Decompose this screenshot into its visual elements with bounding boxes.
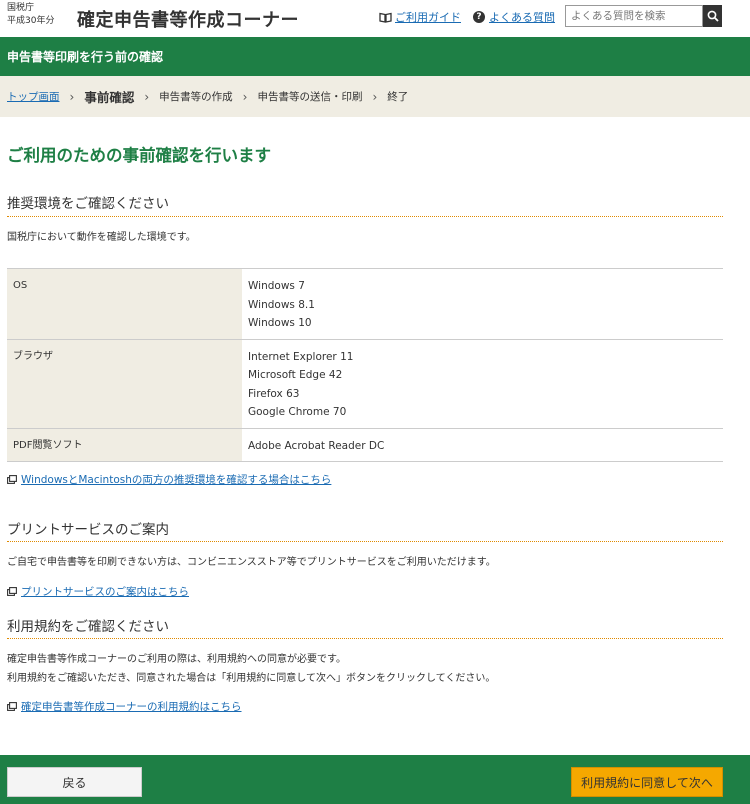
footer-bar: 戻る 利用規約に同意して次へ bbox=[0, 755, 750, 804]
breadcrumb-current: 事前確認 bbox=[84, 90, 135, 105]
env-value-line: Windows 8.1 bbox=[248, 298, 315, 311]
new-window-icon bbox=[7, 587, 17, 596]
env-value-line: Adobe Acrobat Reader DC bbox=[248, 439, 385, 452]
env-value-line: Google Chrome 70 bbox=[248, 406, 347, 418]
guide-link[interactable]: ご利用ガイド bbox=[395, 9, 461, 25]
agree-next-button[interactable]: 利用規約に同意して次へ bbox=[571, 767, 723, 797]
breadcrumb-step-create: 申告書等の作成 bbox=[159, 91, 233, 103]
env-value-pdf: Adobe Acrobat Reader DC bbox=[242, 427, 723, 462]
site-header: 国税庁 平成30年分 確定申告書等作成コーナー ご利用ガイド ? よくある質問 bbox=[0, 0, 750, 37]
print-divider bbox=[7, 541, 723, 542]
new-window-icon bbox=[7, 475, 17, 484]
page-banner-text: 申告書等印刷を行う前の確認 bbox=[7, 50, 164, 64]
print-link-row: プリントサービスのご案内はこちら bbox=[7, 584, 189, 599]
env-link-row: WindowsとMacintoshの両方の推奨環境を確認する場合はこちら bbox=[7, 472, 331, 487]
env-description: 国税庁において動作を確認した環境です。 bbox=[7, 232, 196, 243]
env-key-browser: ブラウザ bbox=[7, 338, 242, 429]
page-title: ご利用のための事前確認を行います bbox=[7, 146, 271, 165]
breadcrumb-top-link[interactable]: トップ画面 bbox=[7, 89, 60, 104]
book-icon bbox=[379, 12, 392, 23]
env-value-browser: Internet Explorer 11 Microsoft Edge 42 F… bbox=[242, 338, 723, 429]
table-row: ブラウザ Internet Explorer 11 Microsoft Edge… bbox=[7, 338, 723, 429]
table-row: OS Windows 7 Windows 8.1 Windows 10 bbox=[7, 268, 723, 340]
terms-divider bbox=[7, 638, 723, 639]
org-name: 国税庁 bbox=[7, 3, 35, 13]
terms-description-2: 利用規約をご確認いただき、同意された場合は「利用規約に同意して次へ」ボタンをクリ… bbox=[7, 673, 496, 684]
env-table: OS Windows 7 Windows 8.1 Windows 10 ブラウザ… bbox=[7, 268, 723, 462]
terms-link-row: 確定申告書等作成コーナーの利用規約はこちら bbox=[7, 699, 242, 714]
app-title: 確定申告書等作成コーナー bbox=[77, 10, 299, 31]
terms-link[interactable]: 確定申告書等作成コーナーの利用規約はこちら bbox=[21, 699, 242, 714]
env-key-os: OS bbox=[7, 268, 242, 340]
guide-link-wrap[interactable]: ご利用ガイド bbox=[379, 9, 461, 25]
chevron-right-icon: › bbox=[144, 89, 150, 104]
search-input[interactable] bbox=[565, 5, 703, 27]
faq-link[interactable]: よくある質問 bbox=[489, 9, 555, 25]
org-label: 国税庁 平成30年分 bbox=[7, 2, 54, 28]
env-value-line: Windows 10 bbox=[248, 317, 312, 329]
tax-year: 平成30年分 bbox=[7, 16, 55, 26]
env-detail-link[interactable]: WindowsとMacintoshの両方の推奨環境を確認する場合はこちら bbox=[21, 472, 331, 487]
env-value-os: Windows 7 Windows 8.1 Windows 10 bbox=[242, 268, 723, 340]
env-heading: 推奨環境をご確認ください bbox=[7, 196, 169, 212]
print-description: ご自宅で申告書等を印刷できない方は、コンビニエンスストア等でプリントサービスをご… bbox=[7, 557, 496, 568]
breadcrumb-step-send-print: 申告書等の送信・印刷 bbox=[257, 91, 363, 103]
new-window-icon bbox=[7, 702, 17, 711]
breadcrumb: トップ画面 › 事前確認 › 申告書等の作成 › 申告書等の送信・印刷 › 終了 bbox=[0, 76, 750, 117]
faq-search bbox=[565, 5, 722, 27]
table-row: PDF閲覧ソフト Adobe Acrobat Reader DC bbox=[7, 427, 723, 462]
env-value-line: Internet Explorer 11 bbox=[248, 350, 354, 363]
breadcrumb-step-end: 終了 bbox=[387, 91, 409, 103]
chevron-right-icon: › bbox=[69, 89, 75, 104]
search-button[interactable] bbox=[703, 5, 722, 27]
terms-heading: 利用規約をご確認ください bbox=[7, 619, 169, 635]
env-value-line: Firefox 63 bbox=[248, 387, 300, 400]
env-divider bbox=[7, 216, 723, 217]
env-key-pdf: PDF閲覧ソフト bbox=[7, 427, 242, 462]
env-value-line: Microsoft Edge 42 bbox=[248, 369, 343, 381]
chevron-right-icon: › bbox=[372, 89, 378, 104]
question-icon: ? bbox=[473, 11, 485, 23]
faq-link-wrap[interactable]: ? よくある質問 bbox=[473, 9, 555, 25]
search-icon bbox=[707, 10, 719, 22]
print-heading: プリントサービスのご案内 bbox=[7, 522, 169, 538]
back-button[interactable]: 戻る bbox=[7, 767, 142, 797]
page-banner: 申告書等印刷を行う前の確認 bbox=[0, 37, 750, 76]
chevron-right-icon: › bbox=[242, 89, 248, 104]
env-value-line: Windows 7 bbox=[248, 280, 305, 292]
print-service-link[interactable]: プリントサービスのご案内はこちら bbox=[21, 584, 189, 599]
terms-description-1: 確定申告書等作成コーナーのご利用の際は、利用規約への同意が必要です。 bbox=[7, 654, 346, 665]
